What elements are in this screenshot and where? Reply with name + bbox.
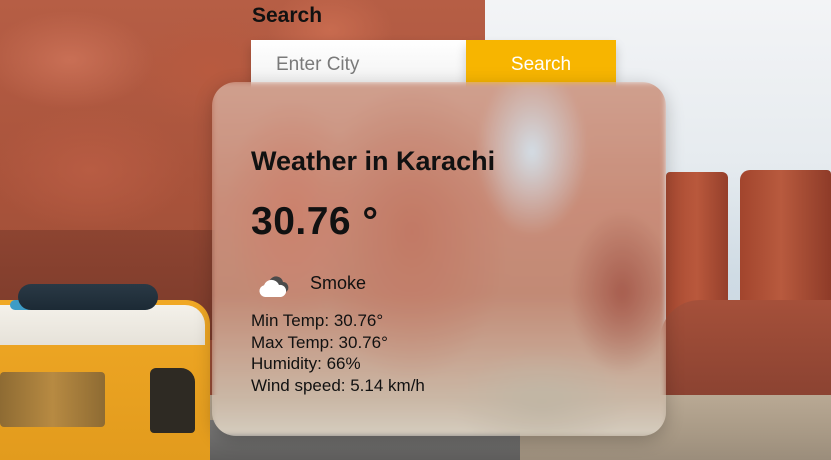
weather-card: Weather in Karachi 30.76 ° Smoke Min Tem… [212, 82, 666, 436]
background-van-curtain [0, 372, 105, 427]
wind-speed: Wind speed: 5.14 km/h [251, 375, 425, 395]
search-label: Search [252, 4, 323, 27]
min-temp: Min Temp: 30.76° [251, 311, 384, 330]
background-van-window [150, 368, 195, 433]
background-ridge [660, 300, 831, 400]
temperature-value: 30.76 ° [251, 200, 379, 243]
background-van-roof [0, 305, 205, 345]
weather-card-content: Weather in Karachi 30.76 ° Smoke Min Tem… [212, 82, 666, 436]
max-temp: Max Temp: 30.76° [251, 332, 388, 352]
weather-condition: Smoke [310, 273, 367, 293]
humidity: Humidity: 66% [251, 354, 361, 373]
cloud-icon [259, 276, 289, 297]
background-van-luggage [18, 284, 158, 310]
weather-details: Min Temp: 30.76° Max Temp: 30.76° Humidi… [251, 310, 425, 396]
weather-city-title: Weather in Karachi [251, 146, 496, 176]
